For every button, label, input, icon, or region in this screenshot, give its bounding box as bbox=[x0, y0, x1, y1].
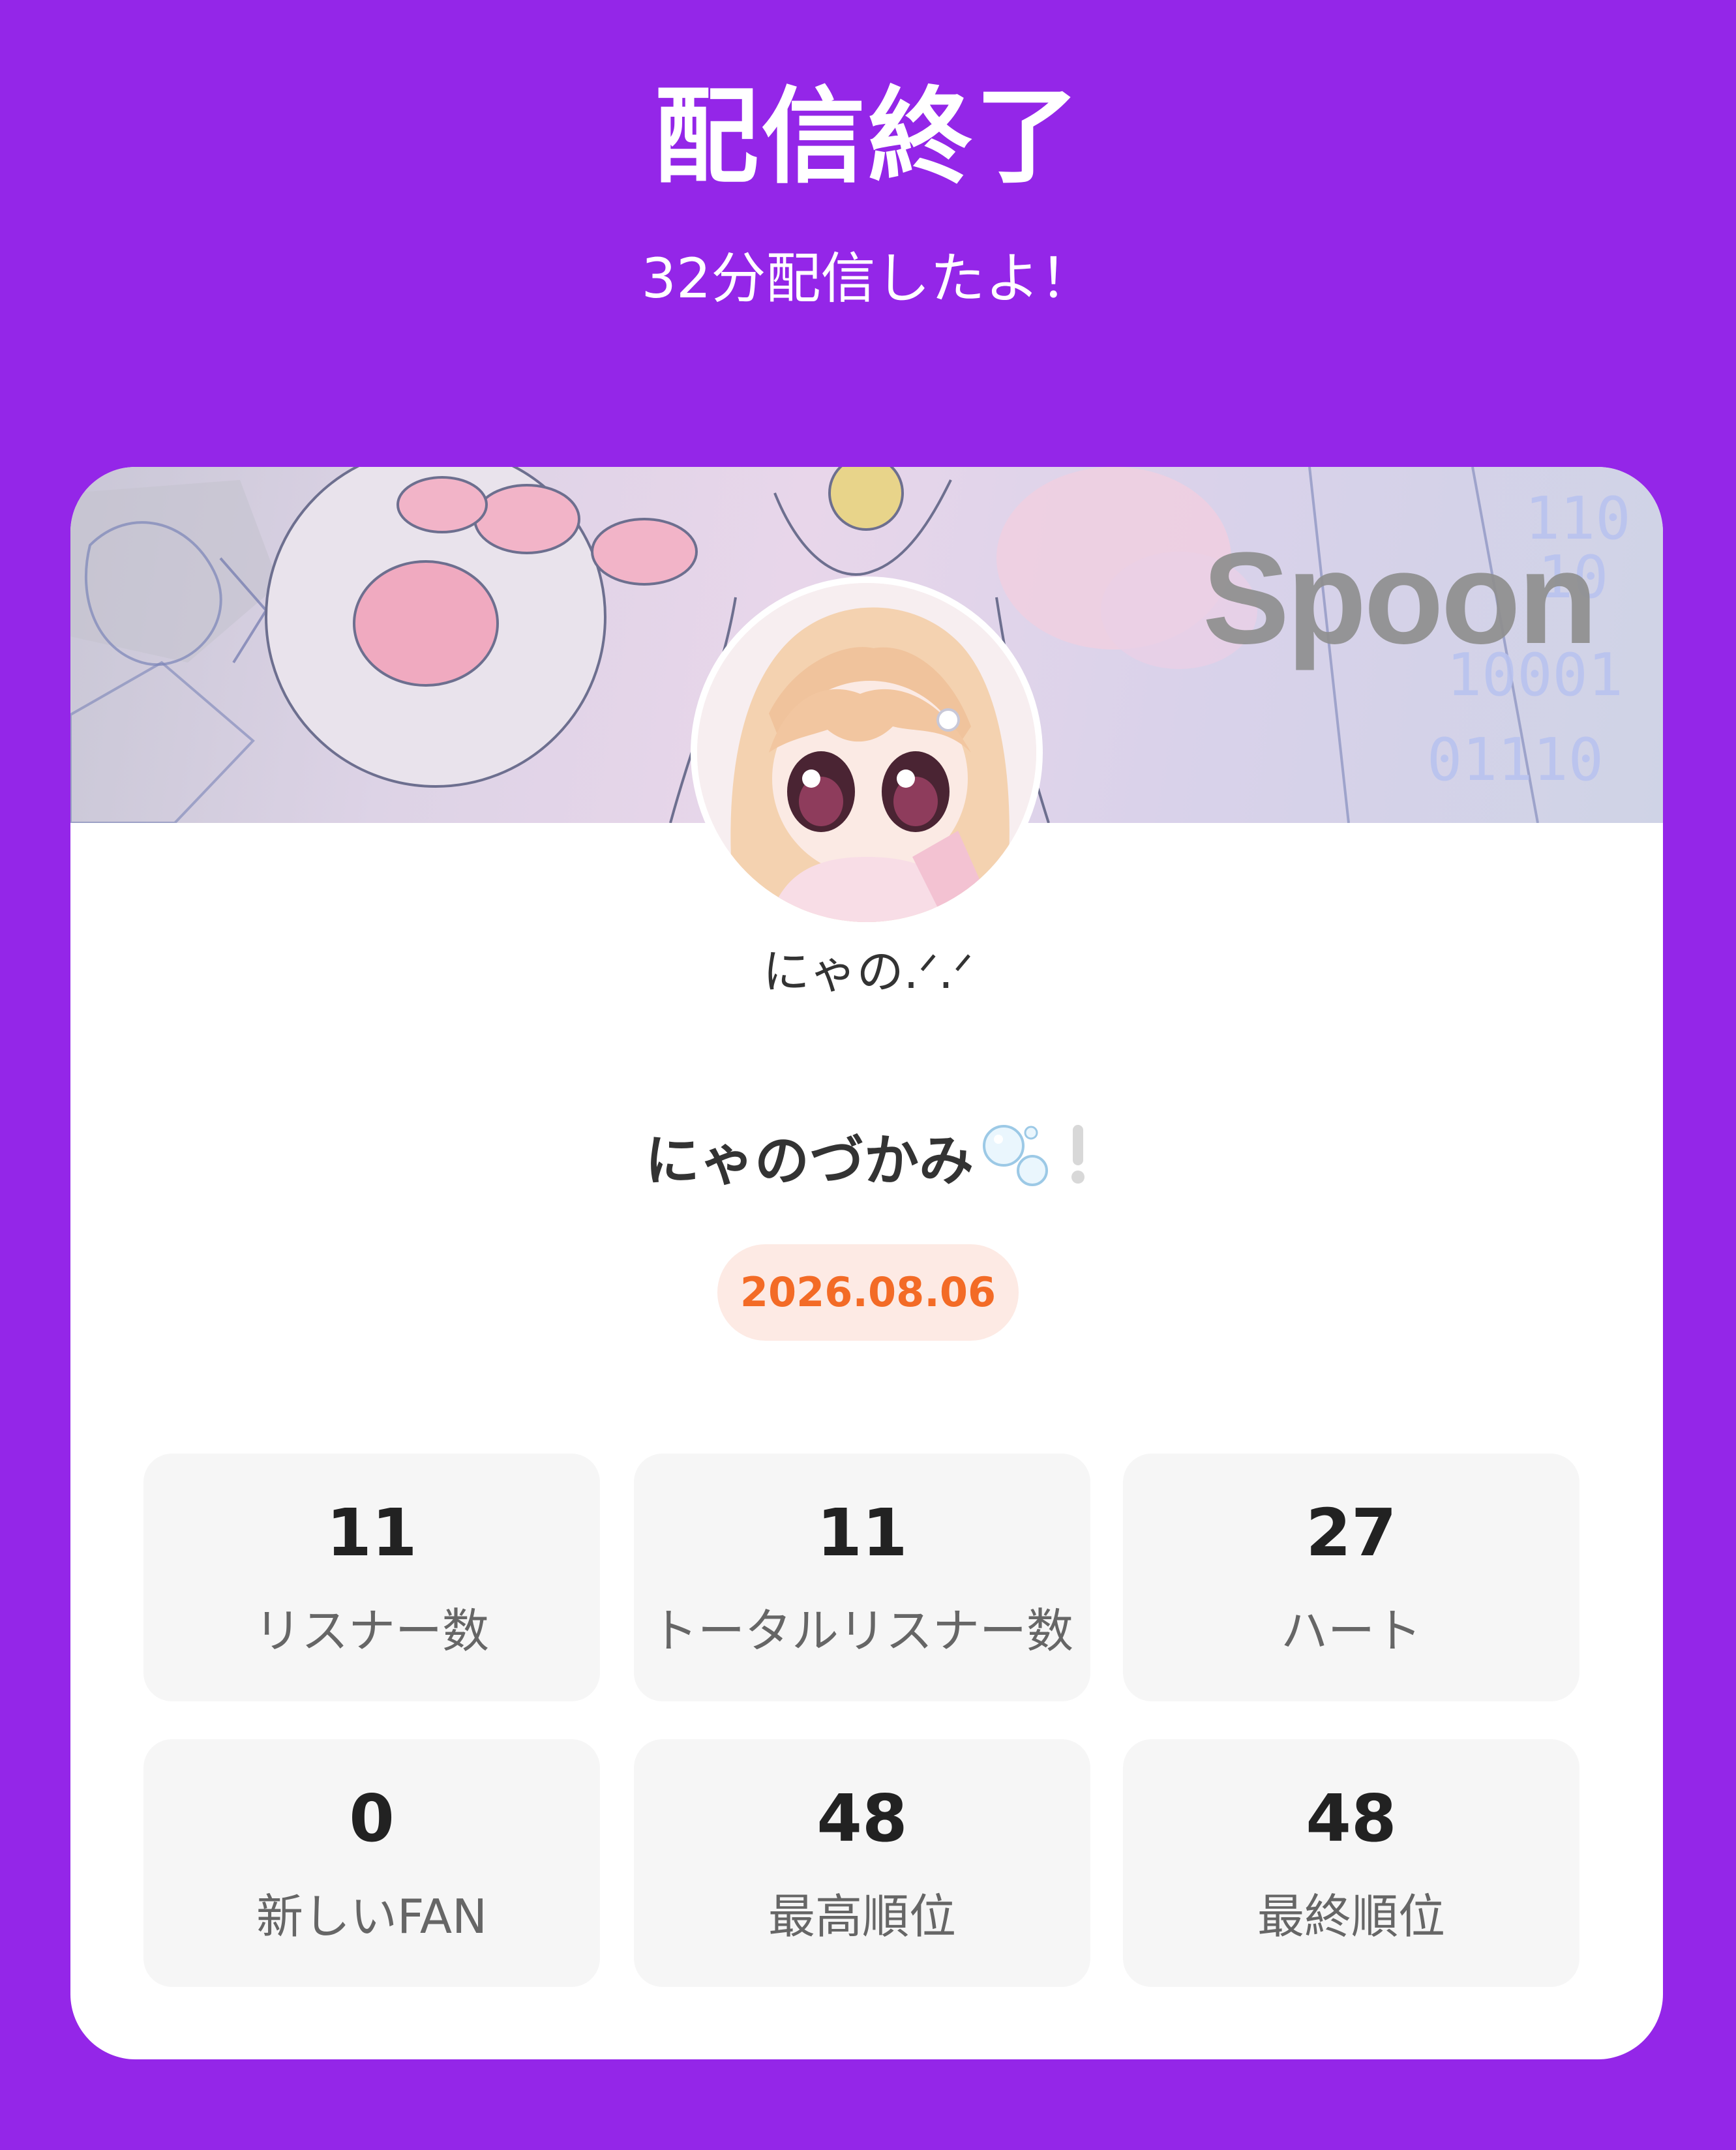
stat-value: 11 bbox=[326, 1495, 417, 1571]
stat-label: 新しいFAN bbox=[256, 1889, 487, 1944]
stat-value: 11 bbox=[816, 1495, 908, 1571]
svg-text:01110: 01110 bbox=[1427, 726, 1604, 794]
stat-label: 最高順位 bbox=[768, 1889, 956, 1944]
stream-title-row: にゃのづかみ bbox=[0, 1122, 1736, 1208]
exclamation-icon bbox=[1065, 1122, 1091, 1208]
broadcast-duration-text: 32分配信したよ！ bbox=[641, 246, 1095, 310]
stat-tile-new-fans: 0 新しいFAN bbox=[143, 1739, 600, 1987]
stat-tile-total-listeners: 11 トータルリスナー数 bbox=[634, 1454, 1090, 1701]
stat-label: 最終順位 bbox=[1257, 1889, 1445, 1944]
stat-tile-listeners: 11 リスナー数 bbox=[143, 1454, 600, 1701]
stream-title: にゃのづかみ bbox=[644, 1129, 974, 1193]
username: にゃの.ᐟ.ᐟ bbox=[762, 944, 974, 999]
stat-value: 48 bbox=[1306, 1780, 1397, 1857]
stat-tile-best-rank: 48 最高順位 bbox=[634, 1739, 1090, 1987]
avatar[interactable] bbox=[691, 576, 1043, 929]
stat-label: ハート bbox=[1280, 1604, 1422, 1658]
stat-value: 27 bbox=[1306, 1495, 1397, 1571]
stat-tile-final-rank: 48 最終順位 bbox=[1123, 1739, 1579, 1987]
stat-value: 48 bbox=[816, 1780, 908, 1857]
stat-value: 0 bbox=[349, 1780, 395, 1857]
spoon-logo: Spoon bbox=[1202, 526, 1598, 671]
bubbles-icon bbox=[980, 1122, 1058, 1208]
stat-label: リスナー数 bbox=[254, 1604, 489, 1658]
broadcast-end-screen: 配信終了 32分配信したよ！ 110 10 10001 01110 Spoon … bbox=[0, 0, 1736, 2150]
page-title: 配信終了 bbox=[653, 76, 1082, 198]
stat-label: トータルリスナー数 bbox=[650, 1604, 1073, 1658]
broadcast-date-badge: 2026.08.06 bbox=[717, 1244, 1019, 1341]
avatar-image bbox=[697, 583, 1036, 922]
stat-tile-hearts: 27 ハート bbox=[1123, 1454, 1579, 1701]
